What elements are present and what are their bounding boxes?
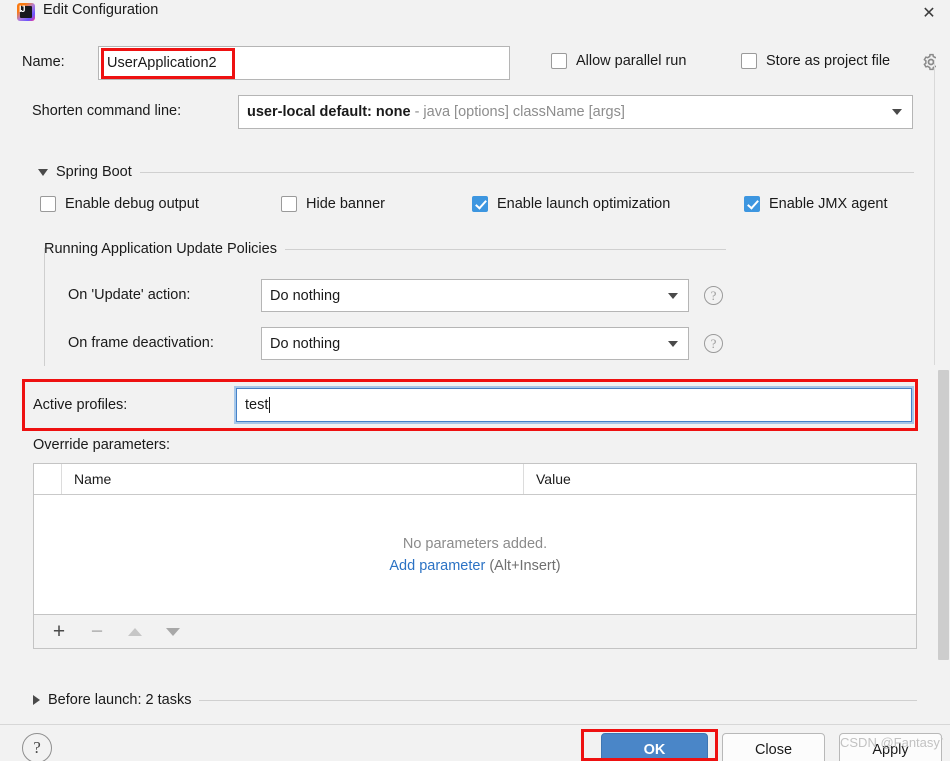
move-down-button[interactable]: [162, 621, 184, 643]
enable-launch-optimization-checkbox[interactable]: Enable launch optimization: [472, 196, 670, 212]
shorten-command-line-hint: - java [options] className [args]: [415, 104, 625, 120]
checkbox-box: [741, 53, 757, 69]
apply-button[interactable]: Apply: [839, 733, 942, 761]
on-frame-deactivation-combo[interactable]: Do nothing: [261, 327, 689, 360]
help-button[interactable]: ?: [22, 733, 52, 761]
add-parameter-button[interactable]: +: [48, 621, 70, 643]
plus-icon: +: [53, 621, 65, 642]
add-parameter-shortcut: (Alt+Insert): [489, 558, 560, 574]
active-profiles-label: Active profiles:: [33, 397, 127, 413]
before-launch-section-header[interactable]: Before launch: 2 tasks: [33, 692, 917, 708]
section-divider: [285, 249, 726, 250]
name-input-value: UserApplication2: [107, 55, 217, 71]
minus-icon: −: [91, 621, 103, 642]
store-as-project-file-checkbox[interactable]: Store as project file: [741, 53, 890, 69]
on-update-action-combo[interactable]: Do nothing: [261, 279, 689, 312]
override-parameters-label: Override parameters:: [33, 437, 170, 453]
spring-boot-section-header[interactable]: Spring Boot: [38, 164, 914, 180]
checkbox-box: [551, 53, 567, 69]
table-header-row: Name Value: [34, 464, 916, 495]
on-update-action-label: On 'Update' action:: [68, 287, 190, 303]
name-input[interactable]: UserApplication2: [98, 46, 510, 80]
remove-parameter-button[interactable]: −: [86, 621, 108, 643]
close-button[interactable]: Close: [722, 733, 825, 761]
text-caret: [269, 397, 270, 413]
allow-parallel-run-label: Allow parallel run: [576, 53, 686, 69]
checkbox-box: [281, 196, 297, 212]
empty-message: No parameters added.: [403, 536, 547, 552]
move-up-button[interactable]: [124, 621, 146, 643]
table-empty-state: No parameters added. Add parameter (Alt+…: [34, 495, 916, 615]
vertical-scrollbar[interactable]: [936, 28, 950, 722]
chevron-down-icon: [668, 293, 678, 299]
ok-button[interactable]: OK: [601, 733, 708, 761]
enable-debug-output-label: Enable debug output: [65, 196, 199, 212]
store-as-project-file-label: Store as project file: [766, 53, 890, 69]
close-icon[interactable]: ✕: [918, 3, 940, 25]
scrollbar-track-line: [934, 60, 935, 365]
group-border-left: [44, 248, 45, 366]
shorten-command-line-combo[interactable]: user-local default: none - java [options…: [238, 95, 913, 129]
title-bar: Edit Configuration ✕: [0, 0, 950, 28]
table-toolbar: + −: [33, 615, 917, 649]
active-profiles-input[interactable]: test: [236, 388, 912, 422]
on-frame-deactivation-label: On frame deactivation:: [68, 335, 214, 351]
shorten-command-line-value: user-local default: none: [247, 104, 411, 120]
hide-banner-label: Hide banner: [306, 196, 385, 212]
arrow-up-icon: [128, 628, 142, 636]
on-update-action-help-icon[interactable]: ?: [704, 286, 723, 305]
name-label: Name:: [22, 54, 65, 70]
arrow-down-icon: [166, 628, 180, 636]
checkbox-box: [744, 196, 760, 212]
checkbox-box: [40, 196, 56, 212]
intellij-idea-logo-icon: [17, 3, 35, 21]
allow-parallel-run-checkbox[interactable]: Allow parallel run: [551, 53, 686, 69]
update-policies-section-header: Running Application Update Policies: [44, 241, 726, 257]
chevron-down-icon: [892, 109, 902, 115]
enable-jmx-agent-label: Enable JMX agent: [769, 196, 888, 212]
checkbox-box: [472, 196, 488, 212]
edit-configuration-dialog: Edit Configuration ✕ Name: UserApplicati…: [0, 0, 950, 761]
section-divider: [199, 700, 917, 701]
on-update-action-value: Do nothing: [270, 288, 340, 304]
chevron-right-icon: [33, 695, 40, 705]
enable-jmx-agent-checkbox[interactable]: Enable JMX agent: [744, 196, 888, 212]
footer-divider: [0, 724, 950, 725]
window-title: Edit Configuration: [43, 2, 158, 18]
override-parameters-table: Name Value No parameters added. Add para…: [33, 463, 917, 615]
chevron-down-icon: [668, 341, 678, 347]
before-launch-label: Before launch: 2 tasks: [48, 692, 191, 708]
update-policies-label: Running Application Update Policies: [44, 241, 277, 257]
enable-debug-output-checkbox[interactable]: Enable debug output: [40, 196, 199, 212]
scrollbar-thumb[interactable]: [938, 370, 949, 660]
table-column-value: Value: [524, 464, 916, 494]
enable-launch-optimization-label: Enable launch optimization: [497, 196, 670, 212]
on-frame-deactivation-help-icon[interactable]: ?: [704, 334, 723, 353]
shorten-command-line-label: Shorten command line:: [32, 103, 181, 119]
active-profiles-value: test: [245, 397, 268, 413]
section-divider: [140, 172, 914, 173]
table-column-selector: [34, 464, 62, 494]
empty-action-row: Add parameter (Alt+Insert): [389, 558, 560, 574]
table-column-name: Name: [62, 464, 524, 494]
spring-boot-label: Spring Boot: [56, 164, 132, 180]
add-parameter-link[interactable]: Add parameter: [389, 558, 485, 574]
chevron-down-icon: [38, 169, 48, 176]
on-frame-deactivation-value: Do nothing: [270, 336, 340, 352]
hide-banner-checkbox[interactable]: Hide banner: [281, 196, 385, 212]
